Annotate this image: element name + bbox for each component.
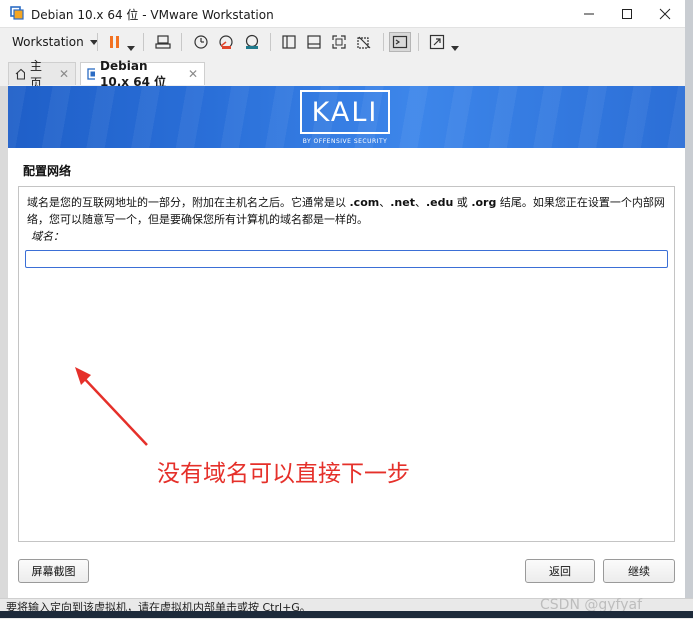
revert-snapshot-button[interactable] xyxy=(215,32,237,52)
pause-dropdown[interactable] xyxy=(127,40,135,54)
installer-banner: KALI BY OFFENSIVE SECURITY xyxy=(8,86,685,148)
tabs-view-icon xyxy=(307,35,321,49)
chevron-down-icon xyxy=(127,46,135,51)
toolbar-divider xyxy=(97,33,98,51)
console-view-icon xyxy=(392,35,408,49)
tld-org: .org xyxy=(471,196,497,209)
window-title: Debian 10.x 64 位 - VMware Workstation xyxy=(31,8,274,22)
manage-snapshots-button[interactable] xyxy=(241,32,263,52)
domain-description: 域名是您的互联网地址的一部分，附加在主机名之后。它通常是以 .com、.net、… xyxy=(27,194,667,228)
section-title: 配置网络 xyxy=(23,164,72,178)
sidebar-view-button[interactable] xyxy=(278,32,300,52)
stretch-button[interactable] xyxy=(426,32,448,52)
minimize-icon xyxy=(584,13,594,14)
stretch-icon xyxy=(429,34,445,50)
maximize-icon xyxy=(622,8,632,19)
close-icon xyxy=(659,8,671,19)
tld-net: .net xyxy=(390,196,415,209)
description-text: 域名是您的互联网地址的一部分，附加在主机名之后。它通常是以 xyxy=(27,196,350,209)
manage-snapshots-icon xyxy=(245,34,259,49)
sidebar-view-icon xyxy=(282,35,296,49)
revert-snapshot-icon xyxy=(219,35,233,49)
console-view-button[interactable] xyxy=(389,32,411,52)
tab-vm-label: Debian 10.x 64 位 xyxy=(100,58,167,89)
pause-button[interactable] xyxy=(104,32,126,52)
unity-icon xyxy=(357,36,371,49)
home-icon xyxy=(15,68,25,80)
send-keys-icon xyxy=(155,35,171,49)
content-panel: 域名是您的互联网地址的一部分，附加在主机名之后。它通常是以 .com、.net、… xyxy=(18,186,675,542)
toolbar-divider xyxy=(418,33,419,51)
snapshot-icon xyxy=(194,35,208,49)
screenshot-button[interactable]: 屏幕截图 xyxy=(18,559,89,583)
fullscreen-button[interactable] xyxy=(328,32,350,52)
snapshot-button[interactable] xyxy=(190,32,212,52)
annotation-arrow xyxy=(75,367,148,446)
close-tab-icon[interactable]: ✕ xyxy=(59,67,69,81)
tld-com: .com xyxy=(349,196,380,209)
close-button[interactable] xyxy=(646,0,684,27)
tabs-view-button[interactable] xyxy=(303,32,325,52)
domain-field-label: 域名： xyxy=(31,230,64,243)
close-tab-icon[interactable]: ✕ xyxy=(188,67,198,81)
domain-name-input[interactable] xyxy=(25,250,668,268)
window-titlebar: Debian 10.x 64 位 - VMware Workstation xyxy=(0,0,685,28)
workstation-menu-label: Workstation xyxy=(12,35,84,49)
tld-edu: .edu xyxy=(425,196,454,209)
toolbar-divider xyxy=(143,33,144,51)
vm-icon xyxy=(87,68,96,80)
stretch-dropdown[interactable] xyxy=(451,40,459,54)
vmware-app-icon xyxy=(10,6,24,20)
separator: 或 xyxy=(453,196,472,209)
fullscreen-icon xyxy=(332,35,346,49)
pause-icon xyxy=(110,36,119,48)
toolbar-divider xyxy=(181,33,182,51)
background-window-edge xyxy=(685,0,693,618)
send-ctrl-alt-del-button[interactable] xyxy=(152,32,174,52)
background-window-edge xyxy=(0,86,8,598)
unity-button[interactable] xyxy=(353,32,375,52)
toolbar: Workstation xyxy=(0,28,685,56)
annotation-note: 没有域名可以直接下一步 xyxy=(157,461,410,487)
kali-logo-subtext: BY OFFENSIVE SECURITY xyxy=(302,138,388,145)
os-taskbar xyxy=(0,611,693,618)
tab-strip: 主页 ✕ Debian 10.x 64 位 ✕ xyxy=(0,57,685,90)
minimize-button[interactable] xyxy=(570,0,608,27)
continue-button[interactable]: 继续 xyxy=(603,559,675,583)
vm-console[interactable]: KALI BY OFFENSIVE SECURITY 配置网络 域名是您的互联网… xyxy=(8,86,685,598)
toolbar-divider xyxy=(270,33,271,51)
tab-home[interactable]: 主页 ✕ xyxy=(8,59,76,90)
kali-logo: KALI xyxy=(300,90,390,134)
tab-debian-vm[interactable]: Debian 10.x 64 位 ✕ xyxy=(80,59,205,89)
chevron-down-icon xyxy=(451,46,459,51)
separator: 、 xyxy=(414,196,426,209)
separator: 、 xyxy=(379,196,391,209)
back-button[interactable]: 返回 xyxy=(525,559,595,583)
workstation-menu[interactable]: Workstation xyxy=(12,32,98,52)
maximize-button[interactable] xyxy=(608,0,646,27)
toolbar-divider xyxy=(383,33,384,51)
